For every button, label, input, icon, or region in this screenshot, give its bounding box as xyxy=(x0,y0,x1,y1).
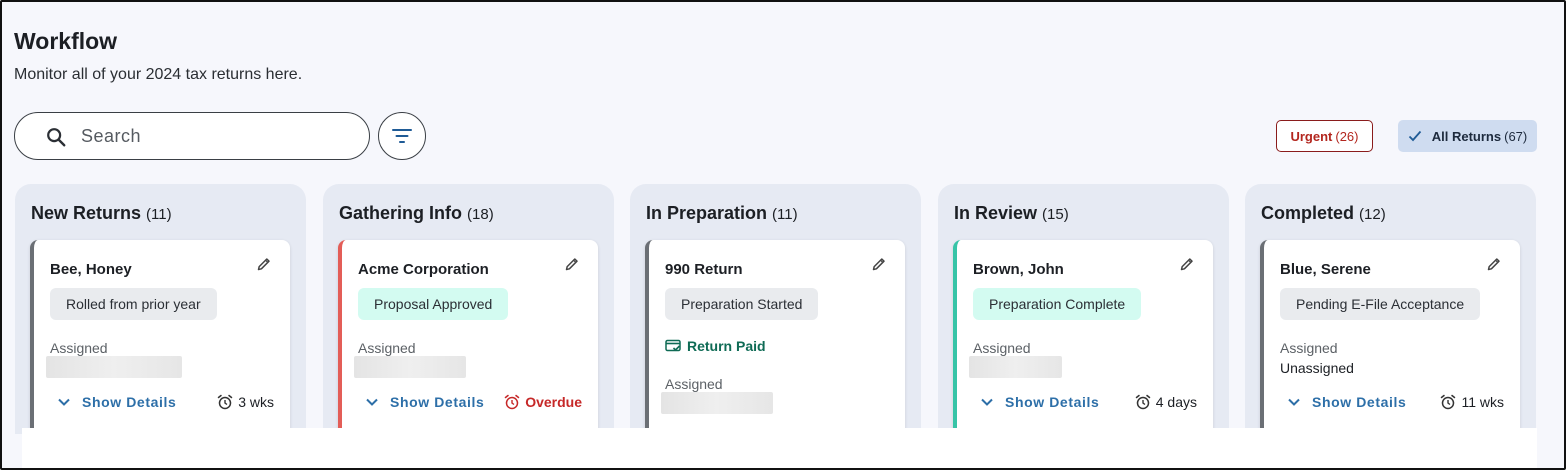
column-title-text: In Preparation xyxy=(646,203,768,223)
urgent-count: (26) xyxy=(1335,128,1359,144)
status-badge: Rolled from prior year xyxy=(50,288,217,320)
alarm-clock-icon xyxy=(1135,394,1150,410)
card-name: Bee, Honey xyxy=(50,261,132,278)
column-count: (11) xyxy=(772,206,798,223)
assigned-label: Assigned xyxy=(50,340,108,356)
column-in-review: In Review (15) Brown, John Preparation C… xyxy=(938,184,1229,434)
time-label: 11 wks xyxy=(1461,394,1504,410)
page-title: Workflow xyxy=(14,28,118,54)
alarm-clock-icon xyxy=(217,394,233,410)
filter-icon xyxy=(392,129,412,143)
column-count: (12) xyxy=(1359,206,1386,223)
all-returns-filter-button[interactable]: All Returns (67) xyxy=(1398,120,1537,152)
time-in-status: 11 wks xyxy=(1440,394,1504,410)
credit-card-check-icon xyxy=(665,339,681,352)
assigned-label: Assigned xyxy=(358,340,416,356)
workflow-page: Workflow Monitor all of your 2024 tax re… xyxy=(0,0,1566,470)
column-title: In Review (15) xyxy=(954,203,1069,224)
show-details-button[interactable]: Show Details xyxy=(1288,394,1406,410)
card-name: 990 Return xyxy=(665,261,743,278)
check-icon xyxy=(1408,130,1421,142)
assigned-label: Assigned xyxy=(973,340,1031,356)
alarm-clock-icon xyxy=(504,394,520,410)
assigned-value-redacted xyxy=(661,392,773,414)
column-gathering-info: Gathering Info (18) Acme Corporation Pro… xyxy=(323,184,614,434)
search-box[interactable] xyxy=(14,112,370,160)
return-card[interactable]: Acme Corporation Proposal Approved Assig… xyxy=(338,240,598,434)
chevron-down-icon xyxy=(981,398,993,406)
column-count: (15) xyxy=(1042,206,1069,223)
column-title: New Returns (11) xyxy=(31,203,172,224)
column-title: Gathering Info (18) xyxy=(339,203,494,224)
urgent-label: Urgent xyxy=(1290,128,1333,144)
show-details-button[interactable]: Show Details xyxy=(981,394,1099,410)
return-card[interactable]: Bee, Honey Rolled from prior year Assign… xyxy=(30,240,290,434)
overdue-indicator: Overdue xyxy=(504,394,582,410)
return-paid-indicator: Return Paid xyxy=(665,338,766,354)
pencil-icon[interactable] xyxy=(564,256,580,272)
chevron-down-icon xyxy=(58,398,70,406)
search-icon xyxy=(47,128,66,147)
assigned-value-redacted xyxy=(46,356,182,378)
show-details-label: Show Details xyxy=(1312,394,1407,410)
alarm-clock-icon xyxy=(1441,394,1456,410)
time-in-status: 3 wks xyxy=(217,394,274,410)
status-badge: Pending E-File Acceptance xyxy=(1280,288,1481,320)
return-card[interactable]: 990 Return Preparation Started Return Pa… xyxy=(645,240,905,434)
show-details-label: Show Details xyxy=(82,394,177,410)
chevron-down-icon xyxy=(1288,398,1300,406)
pencil-icon[interactable] xyxy=(1179,256,1195,272)
time-label: Overdue xyxy=(525,394,582,410)
status-badge: Preparation Started xyxy=(665,288,819,320)
column-count: (11) xyxy=(146,206,172,223)
card-name: Brown, John xyxy=(973,261,1064,278)
chevron-down-icon xyxy=(366,398,378,406)
status-badge: Preparation Complete xyxy=(973,288,1142,320)
column-title-text: In Review xyxy=(954,203,1038,223)
scroll-overlay xyxy=(22,428,1537,468)
column-in-preparation: In Preparation (11) 990 Return Preparati… xyxy=(630,184,921,434)
column-new-returns: New Returns (11) Bee, Honey Rolled from … xyxy=(15,184,306,434)
pencil-icon[interactable] xyxy=(256,256,272,272)
column-completed: Completed (12) Blue, Serene Pending E-Fi… xyxy=(1245,184,1536,434)
column-title-text: Completed xyxy=(1261,203,1355,223)
assigned-value: Unassigned xyxy=(1280,360,1354,376)
assigned-label: Assigned xyxy=(1280,340,1338,356)
pencil-icon[interactable] xyxy=(1486,256,1502,272)
show-details-label: Show Details xyxy=(1005,394,1100,410)
assigned-value-redacted xyxy=(969,356,1062,378)
card-name: Blue, Serene xyxy=(1280,261,1371,278)
column-count: (18) xyxy=(467,206,494,223)
all-returns-label: All Returns xyxy=(1431,128,1502,144)
column-title: Completed (12) xyxy=(1261,203,1386,224)
all-returns-count: (67) xyxy=(1504,128,1528,144)
filter-button[interactable] xyxy=(378,112,426,160)
column-title-text: New Returns xyxy=(31,203,142,223)
show-details-button[interactable]: Show Details xyxy=(58,394,176,410)
show-details-label: Show Details xyxy=(390,394,485,410)
show-details-button[interactable]: Show Details xyxy=(366,394,484,410)
return-card[interactable]: Blue, Serene Pending E-File Acceptance A… xyxy=(1260,240,1520,434)
urgent-filter-button[interactable]: Urgent (26) xyxy=(1276,120,1373,152)
page-subtitle: Monitor all of your 2024 tax returns her… xyxy=(14,66,303,83)
time-in-status: 4 days xyxy=(1135,394,1197,410)
assigned-value-redacted xyxy=(354,356,466,378)
card-name: Acme Corporation xyxy=(358,261,489,278)
time-label: 3 wks xyxy=(238,394,274,410)
time-label: 4 days xyxy=(1155,394,1197,410)
pencil-icon[interactable] xyxy=(871,256,887,272)
column-title: In Preparation (11) xyxy=(646,203,798,224)
return-paid-label: Return Paid xyxy=(687,338,766,354)
return-card[interactable]: Brown, John Preparation Complete Assigne… xyxy=(953,240,1213,434)
assigned-label: Assigned xyxy=(665,376,723,392)
column-title-text: Gathering Info xyxy=(339,203,462,223)
status-badge: Proposal Approved xyxy=(358,288,509,320)
search-input[interactable] xyxy=(81,123,351,149)
